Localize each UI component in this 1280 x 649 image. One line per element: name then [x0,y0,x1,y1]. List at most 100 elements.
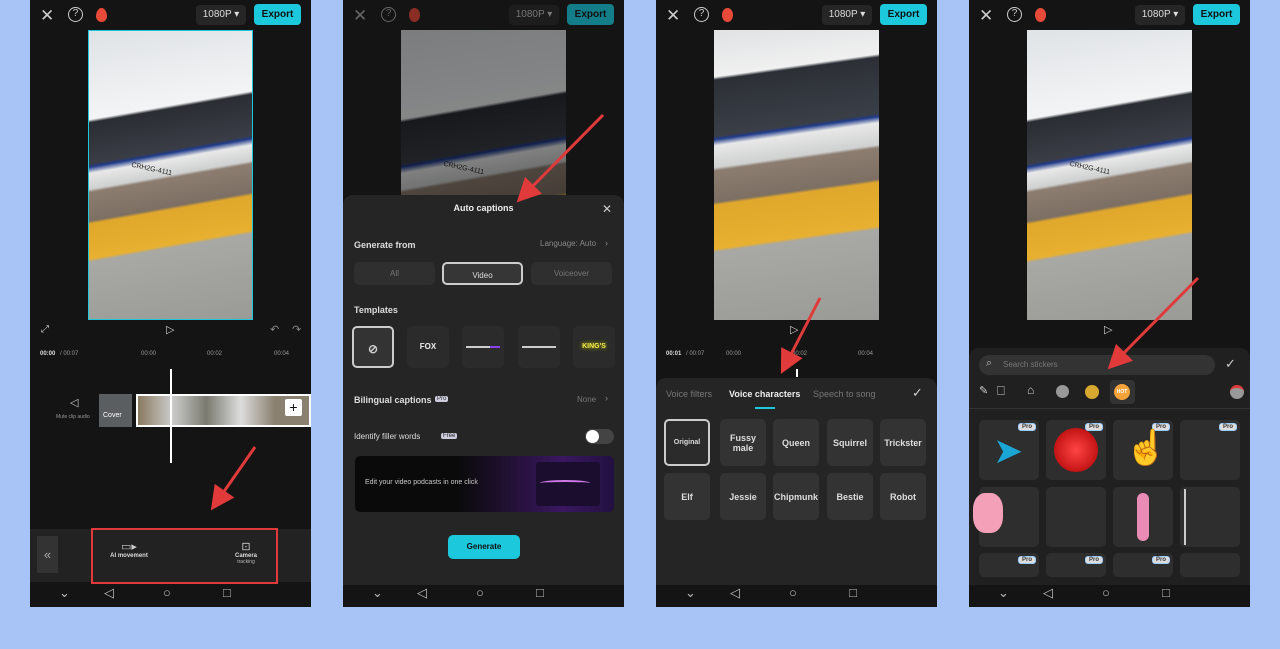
playhead[interactable] [170,369,172,463]
nav-recent-icon[interactable]: □ [223,585,231,600]
bilingual-captions-label[interactable]: Bilingual captions [354,395,432,405]
add-clip-button[interactable]: + [285,399,302,416]
flame-icon[interactable] [722,8,733,22]
close-sheet-icon[interactable]: ✕ [602,202,612,216]
nav-back-icon[interactable]: ◁ [730,585,740,601]
source-voiceover[interactable]: Voiceover [531,262,612,285]
generate-button[interactable]: Generate [448,535,520,559]
voice-trickster[interactable]: Trickster [880,419,926,466]
export-button[interactable]: Export [880,4,927,25]
video-preview[interactable]: CRH2G-4111 [1027,30,1192,320]
undo-icon[interactable]: ↶ [270,323,279,336]
flame-icon[interactable] [1035,8,1046,22]
bilingual-value[interactable]: None [577,395,596,404]
collapse-button[interactable]: « [37,536,58,573]
sticker-blank[interactable] [1046,487,1106,547]
sticker-flowers[interactable]: Pro [1113,553,1173,577]
ai-movement-button[interactable]: ▭▸ AI movement [103,540,155,559]
ai-category-icon[interactable] [1056,385,1069,398]
template-purple[interactable] [462,326,504,368]
sticker-pink-hearts[interactable]: Pro [1046,553,1106,577]
template-kings[interactable]: KING'S [573,326,615,368]
source-video[interactable]: Video [442,262,523,285]
resolution-dropdown[interactable]: 1080P ▾ [1135,5,1185,25]
confirm-check-icon[interactable]: ✓ [1225,356,1236,372]
resolution-dropdown[interactable]: 1080P ▾ [822,5,872,25]
nav-recent-icon[interactable]: □ [1162,585,1170,600]
speaker-icon[interactable]: ◁ [70,396,78,409]
nav-back-icon[interactable]: ◁ [417,585,427,601]
nav-back-icon[interactable]: ◁ [1043,585,1053,601]
sticker-cursor[interactable]: Pro ➤ [979,420,1039,480]
export-button[interactable]: Export [1193,4,1240,25]
sticker-frame[interactable] [1180,487,1240,547]
hot-category-tab[interactable]: HOT [1110,380,1135,404]
playhead[interactable] [796,369,798,377]
voice-squirrel[interactable]: Squirrel [827,419,873,466]
sticker-pink-heart[interactable] [973,487,1039,547]
podcast-banner[interactable]: Edit your video podcasts in one click [355,456,614,512]
voice-robot[interactable]: Robot [880,473,926,520]
voice-chipmunk[interactable]: Chipmunk [773,473,819,520]
nav-recent-icon[interactable]: □ [849,585,857,600]
fullscreen-icon[interactable]: ⤢ [41,324,49,335]
help-icon[interactable]: ? [1007,7,1022,22]
help-icon[interactable]: ? [694,7,709,22]
video-preview[interactable] [714,30,879,320]
nav-home-icon[interactable]: ○ [789,585,797,600]
close-icon[interactable]: ✕ [353,6,367,26]
sticker-blank[interactable] [1180,553,1240,577]
tab-voice-characters[interactable]: Voice characters [729,389,800,399]
sticker-rose[interactable]: Pro [1046,420,1106,480]
search-stickers-input[interactable]: ⌕ Search stickers [979,355,1215,375]
camera-tracking-button[interactable]: ⊡ Camera tracking [226,540,266,565]
close-icon[interactable]: ✕ [40,6,54,26]
tab-voice-filters[interactable]: Voice filters [666,389,712,399]
template-white[interactable] [518,326,560,368]
nav-home-icon[interactable]: ○ [1102,585,1110,600]
template-fox[interactable]: FOX [407,326,449,368]
voice-fussy-male[interactable]: Fussy male [720,419,766,466]
help-icon[interactable]: ? [68,7,83,22]
nav-home-icon[interactable]: ○ [476,585,484,600]
play-icon[interactable]: ▷ [790,323,798,336]
voice-bestie[interactable]: Bestie [827,473,873,520]
sticker-settings-icon[interactable] [1230,385,1244,399]
close-icon[interactable]: ✕ [666,6,680,26]
nav-home-icon[interactable]: ○ [163,585,171,600]
redo-icon[interactable]: ↷ [292,323,301,336]
template-none[interactable]: ⊘ [352,326,394,368]
tab-speech-to-song[interactable]: Speech to song [813,389,876,399]
voice-queen[interactable]: Queen [773,419,819,466]
flame-icon[interactable] [96,8,107,22]
resolution-dropdown[interactable]: 1080P ▾ [509,5,559,25]
sticker-pink-figure[interactable] [1113,487,1173,547]
confirm-check-icon[interactable]: ✓ [912,385,923,401]
nav-recent-icon[interactable]: □ [536,585,544,600]
sticker-meme[interactable]: Pro [979,553,1039,577]
close-icon[interactable]: ✕ [979,6,993,26]
bookmark-icon[interactable]: ⎕ [997,383,1005,399]
voice-jessie[interactable]: Jessie [720,473,766,520]
voice-original[interactable]: Original [664,419,710,466]
pro-ai-sticker-icon[interactable]: ✎ [979,384,988,397]
nav-down-icon[interactable]: ⌄ [372,585,383,601]
export-button[interactable]: Export [567,4,614,25]
nav-down-icon[interactable]: ⌄ [59,585,70,601]
resolution-dropdown[interactable]: 1080P ▾ [196,5,246,25]
play-icon[interactable]: ▷ [1104,323,1112,336]
export-button[interactable]: Export [254,4,301,25]
sticker-blank[interactable]: Pro [1180,420,1240,480]
play-icon[interactable]: ▷ [166,323,174,336]
emoji-icon[interactable] [1085,385,1099,399]
sticker-hand-cursor[interactable]: Pro ☝ [1113,420,1173,480]
help-icon[interactable]: ? [381,7,396,22]
recent-icon[interactable]: ⌂ [1027,383,1034,397]
language-selector[interactable]: Language: Auto [540,239,596,248]
filler-words-toggle[interactable] [585,429,614,444]
source-all[interactable]: All [354,262,435,285]
flame-icon[interactable] [409,8,420,22]
cover-button[interactable]: Cover [99,394,132,427]
nav-down-icon[interactable]: ⌄ [685,585,696,601]
nav-back-icon[interactable]: ◁ [104,585,114,601]
